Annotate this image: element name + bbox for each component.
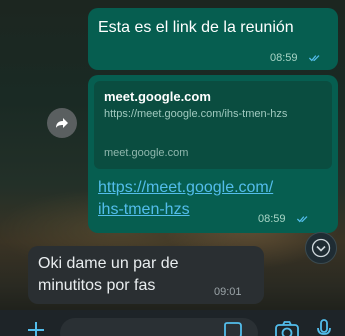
message-time: 08:59 [258, 213, 286, 225]
outgoing-link-message-bubble[interactable]: meet.google.com https://meet.google.com/… [88, 75, 338, 233]
forward-button[interactable] [47, 108, 77, 138]
meeting-link[interactable]: https://meet.google.com/ ihs-tmen-hzs [98, 177, 273, 221]
message-time: 09:01 [214, 286, 242, 298]
link-preview-title: meet.google.com [104, 89, 211, 104]
link-preview-url: https://meet.google.com/ihs-tmen-hzs [104, 108, 288, 120]
microphone-icon [317, 319, 331, 335]
forward-arrow-icon [56, 118, 68, 128]
link-preview-card[interactable]: meet.google.com https://meet.google.com/… [94, 81, 332, 169]
read-receipt-icon [296, 216, 308, 223]
scroll-to-bottom-button[interactable] [305, 232, 337, 264]
meeting-link-line-2: ihs-tmen-hzs [98, 201, 190, 218]
add-attachment-button[interactable] [24, 318, 48, 336]
camera-icon [275, 321, 299, 336]
sticker-icon [224, 322, 242, 336]
message-text-line-1: Oki dame un par de [38, 255, 179, 272]
camera-button[interactable] [274, 320, 300, 336]
link-preview-domain: meet.google.com [104, 147, 189, 159]
message-text-line-2: minutitos por fas [38, 277, 156, 294]
chevron-down-icon [311, 238, 331, 258]
message-text: Esta es el link de la reunión [98, 19, 294, 36]
message-time: 08:59 [270, 52, 298, 64]
sticker-button[interactable] [222, 322, 244, 336]
read-receipt-icon [308, 55, 320, 62]
outgoing-message-bubble[interactable]: Esta es el link de la reunión 08:59 [88, 8, 338, 70]
meeting-link-line-1: https://meet.google.com/ [98, 179, 274, 196]
incoming-message-bubble[interactable]: Oki dame un par de minutitos por fas 09:… [28, 246, 264, 304]
microphone-button[interactable] [316, 318, 332, 336]
plus-icon [28, 322, 44, 336]
